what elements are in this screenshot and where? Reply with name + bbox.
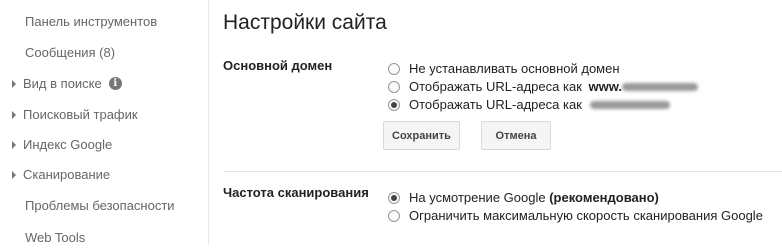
sidebar: Панель инструментов Сообщения (8) Вид в … (0, 0, 209, 245)
sidebar-item-crawl[interactable]: Сканирование (12, 165, 110, 185)
obscured-domain (621, 82, 698, 91)
sidebar-item-label: Индекс Google (23, 137, 113, 152)
expand-arrow-icon (12, 140, 16, 149)
radio-option-crawl-limit[interactable]: Ограничить максимальную скорость сканиро… (388, 207, 763, 225)
radio-button[interactable] (388, 80, 400, 93)
radio-label: Не устанавливать основной домен (409, 61, 620, 76)
radio-button[interactable] (388, 209, 400, 222)
page-title: Настройки сайта (223, 11, 387, 34)
radio-label: Отображать URL-адреса как (409, 97, 582, 112)
obscured-domain (589, 100, 670, 109)
radio-label: Отображать URL-адреса как (409, 79, 582, 94)
expand-arrow-icon (12, 170, 16, 179)
radio-option-non-www-domain[interactable]: Отображать URL-адреса как (388, 96, 670, 114)
preferred-domain-label: Основной домен (223, 58, 333, 73)
sidebar-item-dashboard[interactable]: Панель инструментов (12, 12, 157, 32)
sidebar-item-label: Поисковый трафик (23, 107, 138, 122)
sidebar-item-search-traffic[interactable]: Поисковый трафик (12, 105, 138, 125)
info-icon[interactable]: i (108, 77, 122, 91)
radio-option-crawl-auto[interactable]: На усмотрение Google (рекомендовано) (388, 189, 659, 207)
sidebar-item-messages[interactable]: Сообщения (8) (12, 43, 115, 63)
sidebar-item-google-index[interactable]: Индекс Google (12, 135, 112, 155)
sidebar-item-web-tools[interactable]: Web Tools (12, 228, 85, 248)
crawl-rate-label: Частота сканирования (223, 185, 369, 200)
radio-option-no-preferred-domain[interactable]: Не устанавливать основной домен (388, 60, 620, 78)
cancel-button[interactable]: Отмена (481, 121, 551, 150)
radio-option-www-domain[interactable]: Отображать URL-адреса как www. (388, 78, 698, 96)
sidebar-item-security-issues[interactable]: Проблемы безопасности (12, 196, 175, 216)
sidebar-item-label: Сканирование (23, 167, 111, 182)
radio-button[interactable] (388, 62, 400, 75)
radio-button-selected[interactable] (388, 191, 400, 204)
recommended-note: (рекомендовано) (549, 190, 659, 205)
sidebar-item-label: Панель инструментов (25, 14, 158, 29)
radio-label: На усмотрение Google (409, 190, 546, 205)
sidebar-item-search-appearance[interactable]: Вид в поиске i (12, 74, 122, 94)
radio-label: Ограничить максимальную скорость сканиро… (409, 208, 763, 223)
sidebar-item-label: Web Tools (25, 230, 86, 245)
radio-button-selected[interactable] (388, 98, 400, 111)
section-divider (223, 171, 782, 172)
www-prefix: www. (588, 79, 622, 94)
expand-arrow-icon (12, 79, 16, 88)
sidebar-item-label: Сообщения (8) (25, 45, 116, 60)
save-button[interactable]: Сохранить (383, 121, 460, 150)
expand-arrow-icon (12, 110, 16, 119)
sidebar-item-label: Вид в поиске (23, 76, 102, 91)
sidebar-item-label: Проблемы безопасности (25, 198, 175, 213)
